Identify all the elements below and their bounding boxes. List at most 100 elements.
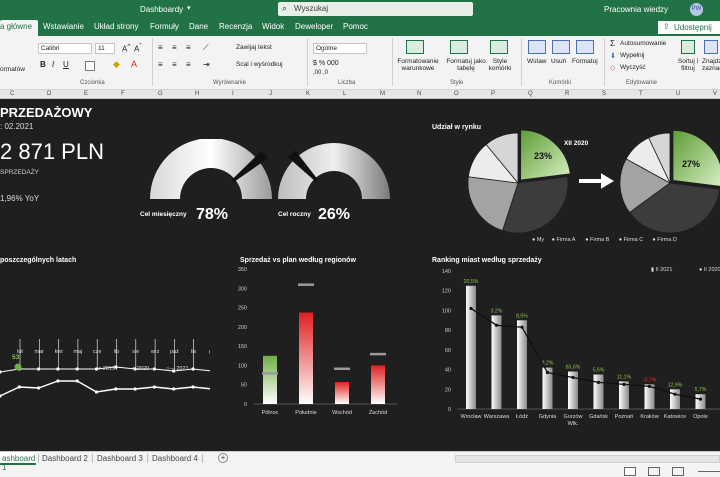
- avatar[interactable]: PW: [690, 3, 703, 16]
- align-top-icon[interactable]: ≡: [158, 43, 163, 52]
- horizontal-scrollbar[interactable]: [455, 455, 720, 463]
- format-cells-button[interactable]: Formatuj: [572, 58, 598, 65]
- regions-y-tick: 300: [238, 286, 247, 292]
- ranking-x-tick: Gdynia: [539, 414, 557, 420]
- number-format-select[interactable]: Ogólne: [313, 43, 367, 54]
- delete-cells-button[interactable]: Usuń: [551, 58, 566, 65]
- fill-color-icon[interactable]: ◆: [113, 59, 120, 70]
- align-left-icon[interactable]: ≡: [158, 60, 163, 69]
- align-middle-icon[interactable]: ≡: [172, 43, 177, 52]
- autosum-button[interactable]: Autosumowanie: [620, 40, 666, 47]
- years-series-2021-point: [56, 367, 60, 371]
- conditional-format-button[interactable]: Formatowanie warunkowe: [396, 58, 440, 72]
- column-header[interactable]: L: [343, 91, 346, 97]
- sheet-tab-4[interactable]: Dashboard 4: [152, 452, 198, 465]
- currency-icon[interactable]: $ % 000: [313, 60, 339, 67]
- column-header[interactable]: T: [639, 91, 643, 97]
- column-header[interactable]: E: [84, 91, 88, 97]
- ranking-y-tick: 80: [445, 328, 451, 334]
- tab-formulas[interactable]: Formuły: [150, 22, 179, 31]
- sort-filter-button[interactable]: Sortuj i filtruj: [676, 58, 700, 72]
- tab-data[interactable]: Dane: [189, 22, 208, 31]
- tab-developer[interactable]: Deweloper: [295, 22, 333, 31]
- font-shrink-icon[interactable]: Aˇ: [134, 43, 142, 54]
- font-color-icon[interactable]: A: [131, 59, 137, 69]
- underline-icon[interactable]: U: [63, 60, 69, 69]
- format-painter-label[interactable]: ormatów: [0, 66, 25, 73]
- column-header[interactable]: J: [269, 91, 272, 97]
- wrap-text-button[interactable]: Zawijaj tekst: [236, 44, 272, 51]
- regions-x-tick: Zachód: [369, 410, 387, 416]
- column-headers: C D E F G H I J K L M N O P Q R S T U V: [0, 90, 720, 99]
- ranking-bar: [593, 374, 604, 409]
- column-header[interactable]: K: [306, 91, 310, 97]
- align-bottom-icon[interactable]: ≡: [186, 43, 191, 52]
- tab-review[interactable]: Recenzja: [219, 22, 252, 31]
- align-right-icon[interactable]: ≡: [186, 60, 191, 69]
- italic-icon[interactable]: I: [52, 60, 54, 69]
- fill-button[interactable]: Wypełnij: [620, 52, 645, 59]
- font-size-select[interactable]: 11: [95, 43, 115, 54]
- page-layout-view-icon[interactable]: [648, 467, 660, 476]
- orientation-icon[interactable]: ⟋: [203, 43, 209, 53]
- group-label-cells: Komórki: [549, 80, 572, 86]
- search-input[interactable]: ⌕ Wyszukaj: [278, 2, 473, 16]
- zoom-slider[interactable]: [698, 471, 720, 472]
- years-x-tick: kwi: [55, 349, 63, 355]
- column-header[interactable]: S: [602, 91, 606, 97]
- ranking-x-tick: Łódź: [516, 414, 528, 420]
- indent-icon[interactable]: ⇥: [203, 60, 210, 69]
- font-name-select[interactable]: Calibri: [38, 43, 92, 54]
- tab-insert[interactable]: Wstawianie: [43, 22, 84, 31]
- bold-icon[interactable]: B: [40, 60, 46, 69]
- share-button[interactable]: ⇪ Udostępnij: [658, 21, 720, 34]
- column-header[interactable]: F: [121, 91, 125, 97]
- years-series-2021-point: [191, 367, 195, 371]
- column-header[interactable]: V: [713, 91, 717, 97]
- column-header[interactable]: M: [380, 91, 385, 97]
- chevron-down-icon[interactable]: ▾: [187, 4, 191, 12]
- column-header[interactable]: P: [491, 91, 495, 97]
- market-legend-item: ● My: [532, 237, 544, 243]
- clear-button[interactable]: Wyczyść: [620, 64, 646, 71]
- years-series-2021-point: [37, 367, 41, 371]
- ranking-series-2020-point: [596, 380, 601, 384]
- sheet-tab-3[interactable]: Dashboard 3: [97, 452, 143, 465]
- column-header[interactable]: H: [195, 91, 199, 97]
- borders-icon[interactable]: [85, 61, 95, 71]
- regions-plan-marker: [262, 372, 278, 375]
- cell-styles-button[interactable]: Style komórki: [486, 58, 514, 72]
- insert-cells-button[interactable]: Wstaw: [527, 58, 547, 65]
- tab-help[interactable]: Pomoc: [343, 22, 368, 31]
- add-sheet-icon[interactable]: +: [218, 453, 228, 463]
- ranking-y-tick: 120: [442, 289, 451, 295]
- tab-page-layout[interactable]: Układ strony: [94, 22, 138, 31]
- regions-y-tick: 0: [244, 402, 247, 408]
- column-header[interactable]: N: [417, 91, 421, 97]
- ranking-chart: 140 120 100 80 60 40 20 0 20,5% Wrocław 3,2% Warsza…: [442, 267, 720, 427]
- font-grow-icon[interactable]: A^: [122, 43, 130, 54]
- merge-center-button[interactable]: Scal i wyśrodkuj: [236, 61, 283, 68]
- ranking-y-tick: 140: [442, 269, 451, 275]
- column-header[interactable]: Q: [528, 91, 533, 97]
- sheet-tab-1[interactable]: ashboard 1: [0, 452, 36, 472]
- column-header[interactable]: R: [565, 91, 569, 97]
- tab-view[interactable]: Widok: [262, 22, 284, 31]
- years-series-2020-point: [37, 386, 41, 390]
- column-header[interactable]: D: [47, 91, 51, 97]
- column-header[interactable]: C: [10, 91, 14, 97]
- normal-view-icon[interactable]: [624, 467, 636, 476]
- align-center-icon[interactable]: ≡: [172, 60, 177, 69]
- tab-home[interactable]: a główne: [0, 20, 39, 36]
- column-header[interactable]: U: [676, 91, 680, 97]
- user-name: Pracownia wiedzy: [604, 5, 669, 14]
- column-header[interactable]: I: [232, 91, 234, 97]
- decimal-icon[interactable]: ,00 ,0: [313, 70, 328, 76]
- format-table-button[interactable]: Formatuj jako tabelę: [446, 58, 486, 72]
- page-break-view-icon[interactable]: [672, 467, 684, 476]
- find-select-button[interactable]: Znajdź i zaznacz: [702, 58, 720, 72]
- column-header[interactable]: O: [454, 91, 459, 97]
- column-header[interactable]: G: [158, 91, 163, 97]
- kpi-label: SPRZEDAŻY: [0, 169, 40, 176]
- sheet-tab-2[interactable]: Dashboard 2: [42, 452, 88, 465]
